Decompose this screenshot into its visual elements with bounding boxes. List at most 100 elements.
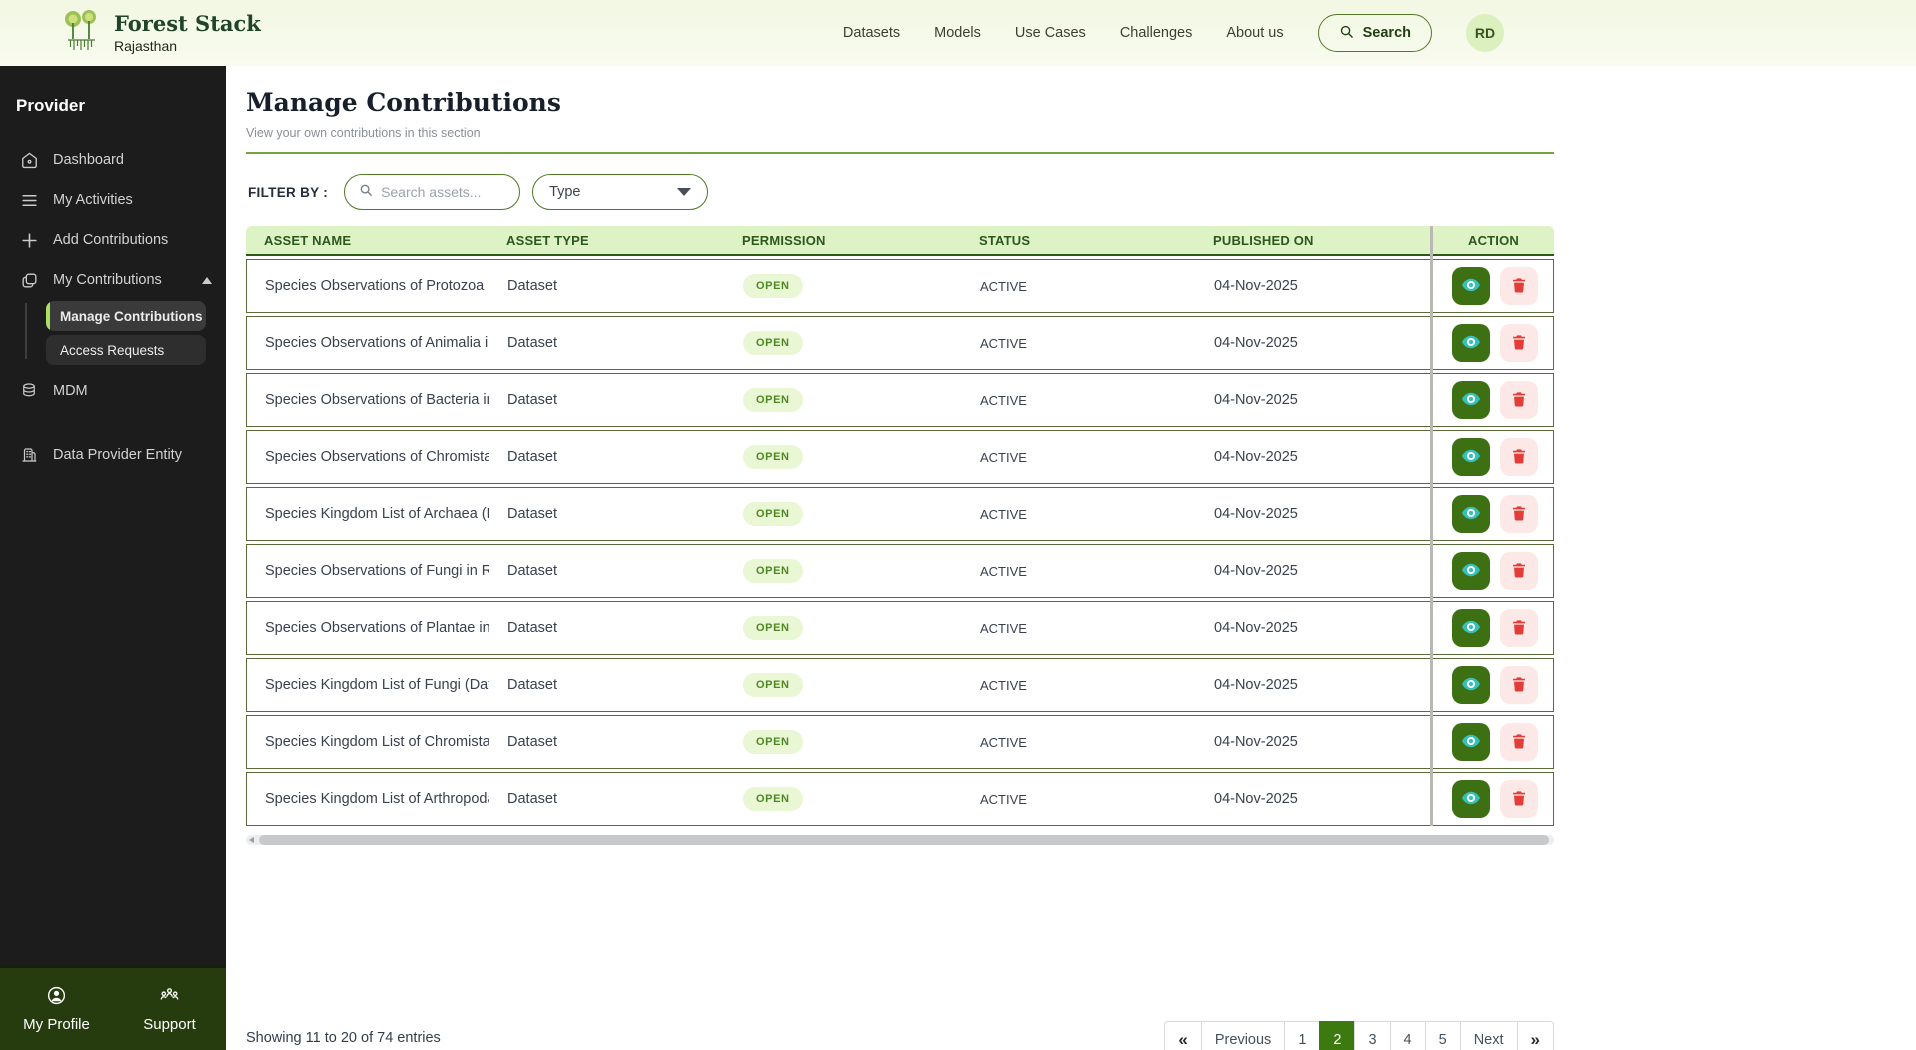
pagination-last-button[interactable]: » xyxy=(1516,1021,1554,1050)
pagination-page-button[interactable]: 5 xyxy=(1424,1021,1461,1050)
pagination-page-button[interactable]: 3 xyxy=(1354,1021,1391,1050)
my-contributions-submenu: Manage Contributions Access Requests xyxy=(0,301,226,365)
nav-datasets[interactable]: Datasets xyxy=(843,25,900,41)
delete-button[interactable] xyxy=(1499,438,1538,476)
database-icon xyxy=(19,382,39,400)
view-button[interactable] xyxy=(1451,267,1490,305)
table-row: Species Kingdom List of Archaea (Da… Dat… xyxy=(246,487,1554,541)
trash-icon xyxy=(1510,789,1528,810)
view-button[interactable] xyxy=(1451,723,1490,761)
support-button[interactable]: Support xyxy=(113,968,226,1050)
view-button[interactable] xyxy=(1451,495,1490,533)
permission-cell: OPEN xyxy=(725,673,962,697)
delete-button[interactable] xyxy=(1499,267,1538,305)
delete-button[interactable] xyxy=(1499,324,1538,362)
asset-name: Species Observations of Protozoa in … xyxy=(265,278,489,294)
action-cell xyxy=(1434,267,1555,305)
view-button[interactable] xyxy=(1451,609,1490,647)
published-date: 04-Nov-2025 xyxy=(1214,392,1298,408)
pagination-page-button[interactable]: 1 xyxy=(1284,1021,1321,1050)
published-date: 04-Nov-2025 xyxy=(1214,449,1298,465)
permission-badge: OPEN xyxy=(743,274,803,298)
view-button[interactable] xyxy=(1451,780,1490,818)
scrollbar-left-arrow-icon xyxy=(249,837,254,843)
type-dropdown-value: Type xyxy=(549,184,581,200)
sidebar-item-data-provider-entity[interactable]: Data Provider Entity xyxy=(0,435,226,475)
pagination-next-button[interactable]: Next xyxy=(1459,1021,1518,1050)
published-date: 04-Nov-2025 xyxy=(1214,620,1298,636)
pagination-previous-button[interactable]: Previous xyxy=(1200,1021,1286,1050)
home-icon xyxy=(19,151,39,170)
table-row: Species Observations of Protozoa in … Da… xyxy=(246,259,1554,313)
sidebar: Provider Dashboard My Activities Add Con… xyxy=(0,66,226,1050)
view-button[interactable] xyxy=(1451,324,1490,362)
action-cell xyxy=(1434,723,1555,761)
permission-cell: OPEN xyxy=(725,274,962,298)
delete-button[interactable] xyxy=(1499,552,1538,590)
search-icon xyxy=(359,183,373,202)
horizontal-scrollbar[interactable] xyxy=(246,835,1554,845)
top-header: Forest Stack Rajasthan Datasets Models U… xyxy=(0,0,1916,66)
header-nav: Datasets Models Use Cases Challenges Abo… xyxy=(843,14,1504,52)
column-header-asset-type: ASSET TYPE xyxy=(506,232,589,248)
sidebar-item-mdm[interactable]: MDM xyxy=(0,371,226,411)
permission-cell: OPEN xyxy=(725,787,962,811)
column-header-asset-name: ASSET NAME xyxy=(264,232,352,248)
status-text: ACTIVE xyxy=(980,791,1027,807)
view-button[interactable] xyxy=(1451,438,1490,476)
action-cell xyxy=(1434,552,1555,590)
delete-button[interactable] xyxy=(1499,381,1538,419)
type-dropdown[interactable]: Type xyxy=(532,174,709,210)
asset-search-input[interactable] xyxy=(381,184,500,200)
table-row: Species Kingdom List of Arthropoda … Dat… xyxy=(246,772,1554,826)
nav-use-cases[interactable]: Use Cases xyxy=(1015,25,1086,41)
table-row: Species Observations of Animalia in … Da… xyxy=(246,316,1554,370)
view-button[interactable] xyxy=(1451,381,1490,419)
nav-about-us[interactable]: About us xyxy=(1226,25,1283,41)
support-label: Support xyxy=(143,1016,196,1033)
sidebar-section-title: Provider xyxy=(16,96,85,115)
sidebar-item-my-contributions[interactable]: My Contributions xyxy=(0,260,226,300)
pagination-page-button[interactable]: 2 xyxy=(1319,1021,1356,1050)
delete-button[interactable] xyxy=(1499,666,1538,704)
delete-button[interactable] xyxy=(1499,780,1538,818)
scrollbar-thumb[interactable] xyxy=(259,835,1549,845)
asset-search-field[interactable] xyxy=(344,174,521,210)
delete-button[interactable] xyxy=(1499,609,1538,647)
trash-icon xyxy=(1510,447,1528,468)
my-profile-button[interactable]: My Profile xyxy=(0,968,113,1050)
table-footer: Showing 11 to 20 of 74 entries « Previou… xyxy=(246,1014,1554,1050)
stack-icon xyxy=(19,271,39,290)
table-row: Species Kingdom List of Chromista (… Dat… xyxy=(246,715,1554,769)
permission-cell: OPEN xyxy=(725,502,962,526)
nav-challenges[interactable]: Challenges xyxy=(1120,25,1193,41)
delete-button[interactable] xyxy=(1499,495,1538,533)
forest-stack-logo-icon xyxy=(60,8,102,59)
sidebar-item-my-activities[interactable]: My Activities xyxy=(0,180,226,220)
asset-name: Species Observations of Chromista i… xyxy=(265,449,489,465)
brand[interactable]: Forest Stack Rajasthan xyxy=(60,8,261,59)
published-date: 04-Nov-2025 xyxy=(1214,506,1298,522)
delete-button[interactable] xyxy=(1499,723,1538,761)
asset-type: Dataset xyxy=(507,677,557,693)
pagination-first-button[interactable]: « xyxy=(1164,1021,1202,1050)
showing-entries-text: Showing 11 to 20 of 74 entries xyxy=(246,1030,441,1046)
asset-type: Dataset xyxy=(507,620,557,636)
nav-models[interactable]: Models xyxy=(934,25,981,41)
eye-icon xyxy=(1460,787,1482,812)
action-cell xyxy=(1434,780,1555,818)
permission-badge: OPEN xyxy=(743,445,803,469)
sidebar-item-label: Dashboard xyxy=(53,152,124,168)
pagination-page-button[interactable]: 4 xyxy=(1389,1021,1426,1050)
view-button[interactable] xyxy=(1451,552,1490,590)
permission-cell: OPEN xyxy=(725,616,962,640)
main-content: Manage Contributions View your own contr… xyxy=(226,66,1916,1050)
eye-icon xyxy=(1460,502,1482,527)
user-avatar[interactable]: RD xyxy=(1466,14,1504,52)
sidebar-subitem-manage-contributions[interactable]: Manage Contributions xyxy=(46,301,206,331)
sidebar-item-add-contributions[interactable]: Add Contributions xyxy=(0,220,226,260)
sidebar-subitem-access-requests[interactable]: Access Requests xyxy=(46,335,206,365)
view-button[interactable] xyxy=(1451,666,1490,704)
search-button[interactable]: Search xyxy=(1317,14,1432,52)
sidebar-item-dashboard[interactable]: Dashboard xyxy=(0,140,226,180)
